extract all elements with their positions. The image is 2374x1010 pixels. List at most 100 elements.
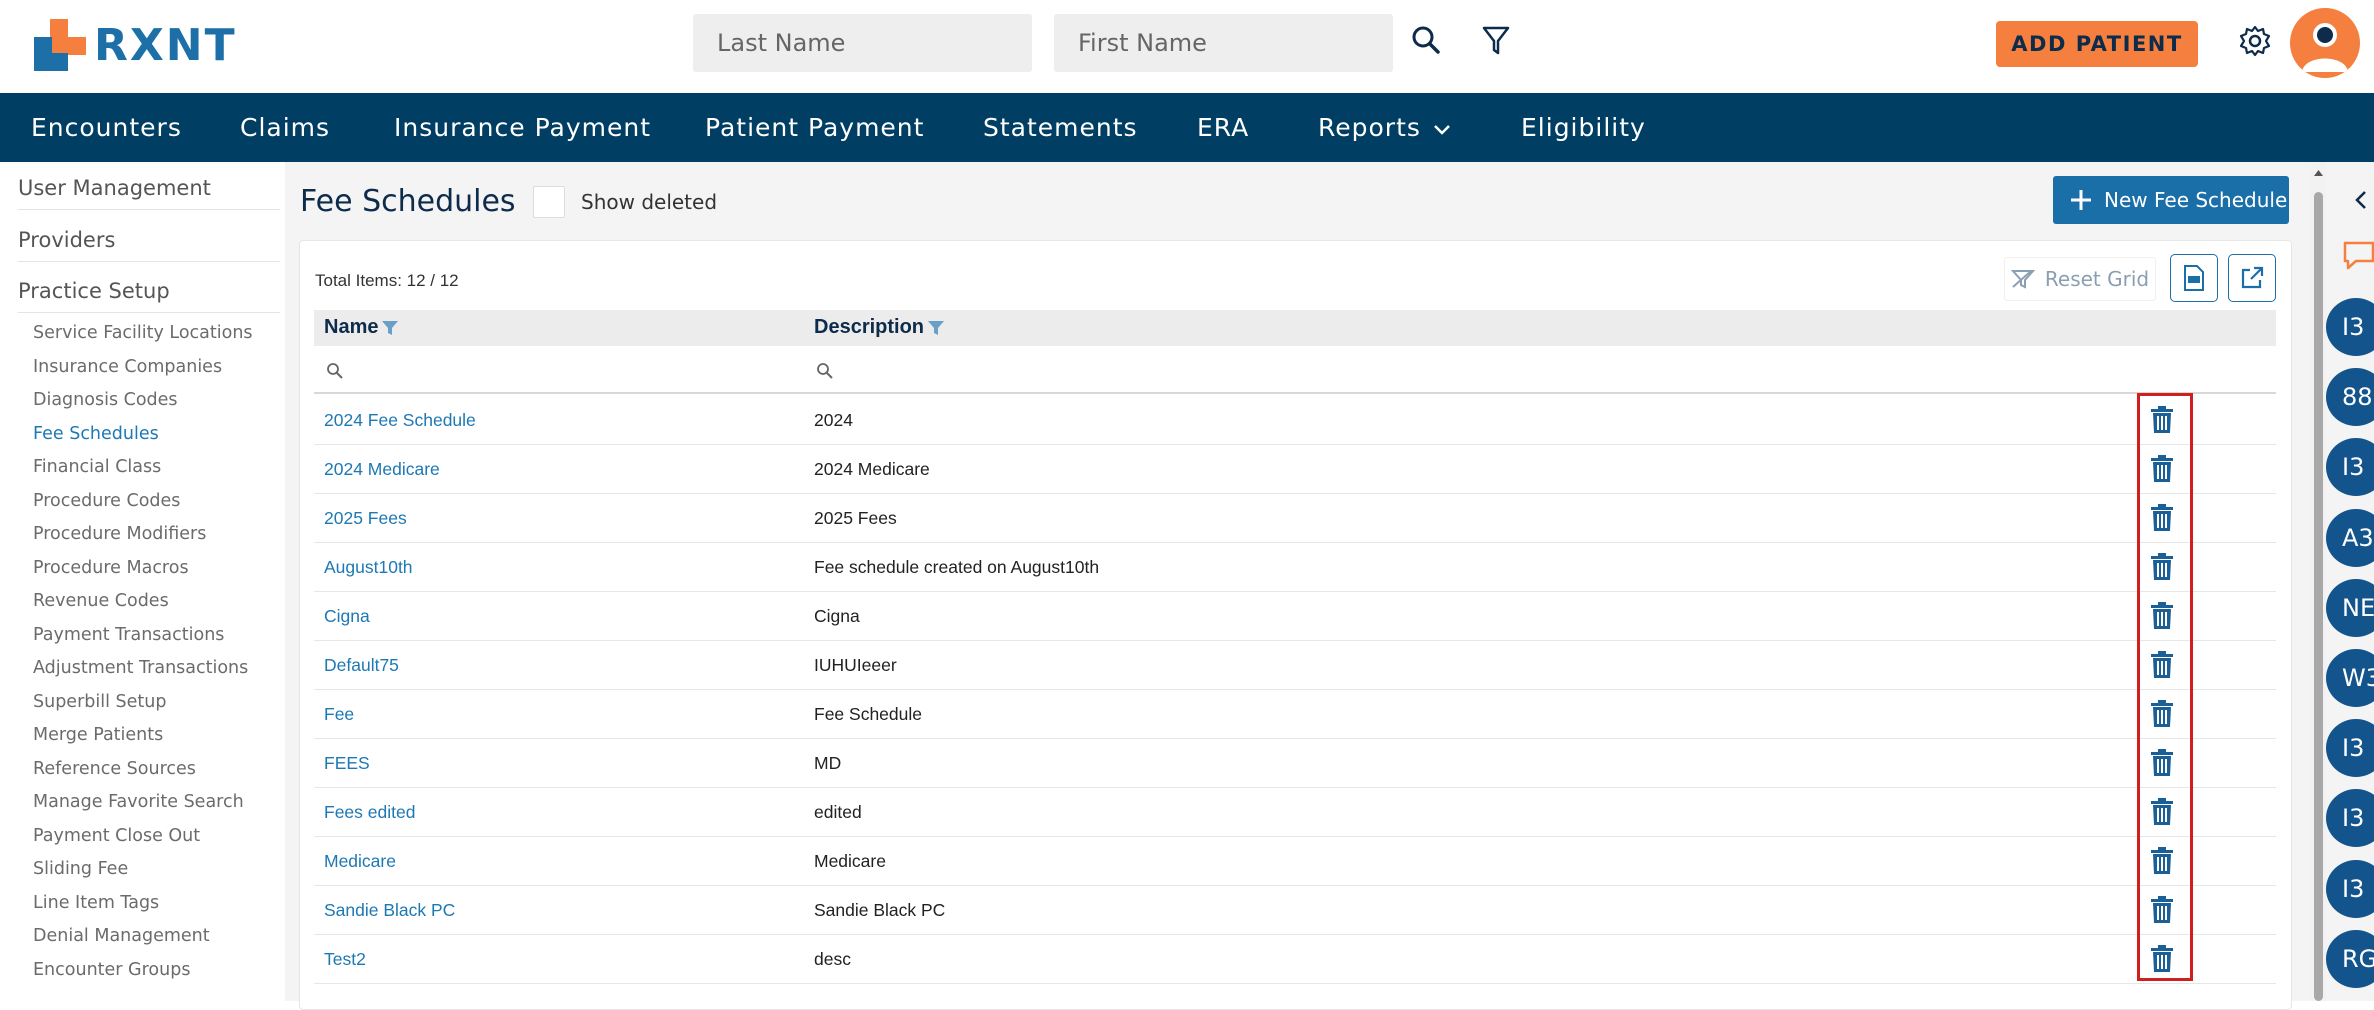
name-filter-search-icon[interactable] [326,362,344,380]
fee-schedule-name-link[interactable]: 2024 Medicare [324,459,440,480]
nav-encounters[interactable]: Encounters [31,113,182,142]
nav-era[interactable]: ERA [1197,113,1249,142]
export-button[interactable] [2228,254,2276,302]
page-scrollbar[interactable] [2311,162,2326,1001]
sidebar-item-diagnosis-codes[interactable]: Diagnosis Codes [33,390,178,410]
user-bubble[interactable]: 88 [2326,368,2374,427]
fee-schedules-panel: Total Items: 12 / 12 Reset Grid Name Des… [299,240,2292,1010]
user-bubble[interactable]: I3 [2326,298,2374,356]
last-name-input[interactable] [693,14,1032,72]
nav-insurance-payment[interactable]: Insurance Payment [394,113,651,142]
show-deleted-label[interactable]: Show deleted [581,190,717,214]
fee-schedule-name-link[interactable]: Sandie Black PC [324,900,455,921]
sidebar-item-providers[interactable]: Providers [18,228,115,252]
table-row: Medicare Medicare [314,837,2276,886]
name-column-header[interactable]: Name [324,316,399,339]
reset-grid-label: Reset Grid [2044,267,2150,291]
chevron-left-icon[interactable] [2354,190,2368,210]
user-avatar[interactable] [2290,8,2360,78]
user-bubble[interactable]: A3 [2326,508,2374,567]
table-row: Cigna Cigna [314,592,2276,641]
sidebar-item-practice-setup[interactable]: Practice Setup [18,279,170,303]
fee-schedule-name-link[interactable]: 2025 Fees [324,508,407,529]
user-bubble[interactable]: NE [2326,578,2374,637]
sidebar-item-revenue-codes[interactable]: Revenue Codes [33,591,169,611]
search-icon[interactable] [1406,20,1446,60]
fee-schedule-name-link[interactable]: Default75 [324,655,399,676]
rxnt-logo[interactable]: RXNT [32,17,237,73]
sidebar-item-denial-management[interactable]: Denial Management [33,926,210,946]
chat-icon[interactable] [2342,240,2374,272]
fee-schedule-name-link[interactable]: Cigna [324,606,370,627]
user-bubble[interactable]: I3 [2326,438,2374,497]
sidebar-item-user-management[interactable]: User Management [18,176,211,200]
column-filter-icon[interactable] [381,319,399,337]
table-row: 2024 Medicare 2024 Medicare [314,445,2276,494]
table-row: Fee Fee Schedule [314,690,2276,739]
filter-icon[interactable] [1476,21,1516,61]
gear-icon[interactable] [2235,21,2275,61]
fee-schedule-name-link[interactable]: FEES [324,753,370,774]
sidebar-item-line-item-tags[interactable]: Line Item Tags [33,893,159,913]
fee-schedule-name-link[interactable]: August10th [324,557,413,578]
fee-schedule-description: IUHUIeeer [814,655,897,675]
fee-schedule-name-link[interactable]: Medicare [324,851,396,872]
sidebar-item-encounter-groups[interactable]: Encounter Groups [33,960,190,980]
fee-schedule-name-link[interactable]: Test2 [324,949,366,970]
sidebar-item-insurance-companies[interactable]: Insurance Companies [33,357,222,377]
sidebar-item-superbill-setup[interactable]: Superbill Setup [33,692,166,712]
chevron-down-icon[interactable] [1433,124,1451,136]
table-row: 2025 Fees 2025 Fees [314,494,2276,543]
nav-claims[interactable]: Claims [240,113,330,142]
add-patient-button[interactable]: ADD PATIENT [1996,21,2198,67]
nav-patient-payment[interactable]: Patient Payment [705,113,924,142]
user-bubble[interactable]: I3 [2326,789,2374,848]
export-pdf-button[interactable] [2170,254,2218,302]
fee-schedule-name-link[interactable]: Fee [324,704,354,725]
user-bubble[interactable]: I3 [2326,719,2374,778]
table-row: Sandie Black PC Sandie Black PC [314,886,2276,935]
new-fee-schedule-button[interactable]: New Fee Schedule [2053,176,2289,224]
sidebar-item-sliding-fee[interactable]: Sliding Fee [33,859,128,879]
fee-schedule-description: 2025 Fees [814,508,897,528]
reset-grid-button[interactable]: Reset Grid [2004,257,2156,301]
fee-schedule-name-link[interactable]: 2024 Fee Schedule [324,410,476,431]
description-column-header[interactable]: Description [814,316,945,339]
first-name-input[interactable] [1054,14,1393,72]
pdf-icon [2184,265,2204,291]
right-panel: I3 88 I3 A3 NE W3 I3 I3 I3 RG [2326,162,2374,1001]
table-row: Default75 IUHUIeeer [314,641,2276,690]
sidebar-item-payment-close-out[interactable]: Payment Close Out [33,826,200,846]
sidebar-item-fee-schedules[interactable]: Fee Schedules [33,424,159,444]
scroll-up-icon[interactable] [2313,168,2324,177]
grid-filter-row [314,346,2276,394]
user-bubble[interactable]: RG [2326,929,2374,988]
fee-schedule-description: 2024 Medicare [814,459,930,479]
nav-eligibility[interactable]: Eligibility [1521,113,1646,142]
description-filter-search-icon[interactable] [816,362,834,380]
sidebar-item-procedure-macros[interactable]: Procedure Macros [33,558,189,578]
fee-schedule-description: 2024 [814,410,853,430]
table-row: 2024 Fee Schedule 2024 [314,396,2276,445]
sidebar-item-procedure-codes[interactable]: Procedure Codes [33,491,180,511]
export-icon [2241,266,2264,289]
sidebar-item-adjustment-transactions[interactable]: Adjustment Transactions [33,658,248,678]
sidebar-item-manage-favorite-search[interactable]: Manage Favorite Search [33,792,244,812]
sidebar-item-procedure-modifiers[interactable]: Procedure Modifiers [33,524,206,544]
table-row: August10th Fee schedule created on August… [314,543,2276,592]
user-bubble[interactable]: W3 [2326,649,2374,707]
sidebar-item-payment-transactions[interactable]: Payment Transactions [33,625,224,645]
column-filter-icon[interactable] [927,319,945,337]
sidebar-item-merge-patients[interactable]: Merge Patients [33,725,163,745]
fee-schedule-name-link[interactable]: Fees edited [324,802,415,823]
table-row: Test2 desc [314,935,2276,984]
sidebar-item-service-facility-locations[interactable]: Service Facility Locations [33,323,253,343]
scroll-thumb[interactable] [2314,192,2323,1001]
nav-reports[interactable]: Reports [1318,113,1421,142]
table-row: FEES MD [314,739,2276,788]
nav-statements[interactable]: Statements [983,113,1138,142]
sidebar-item-reference-sources[interactable]: Reference Sources [33,759,196,779]
user-bubble[interactable]: I3 [2326,859,2374,918]
show-deleted-checkbox[interactable] [533,186,565,218]
sidebar-item-financial-class[interactable]: Financial Class [33,457,161,477]
